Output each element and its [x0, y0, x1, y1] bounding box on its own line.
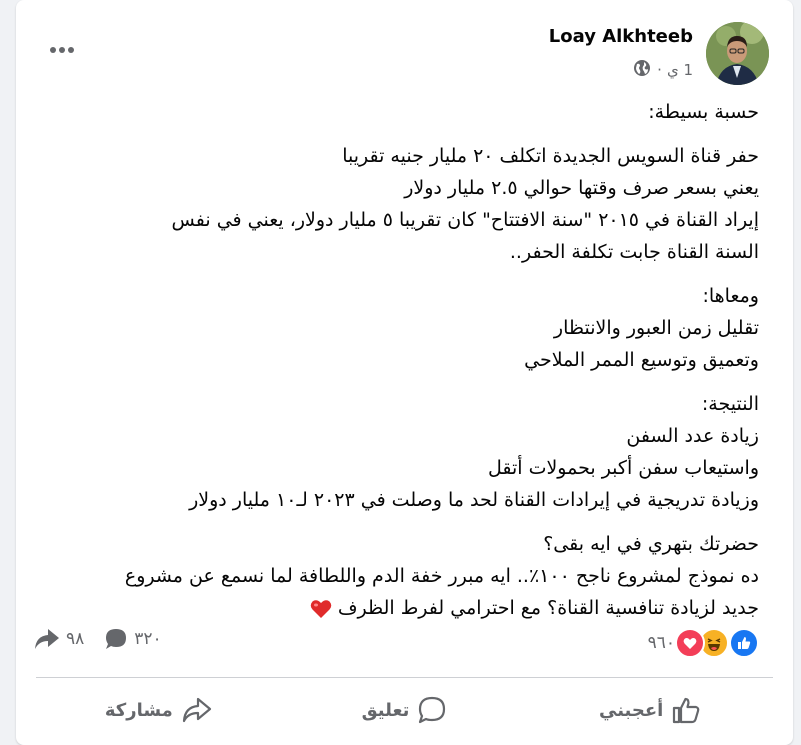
comments-count: ٣٢٠ [134, 629, 162, 649]
post-line: حسبة بسيطة: [648, 101, 759, 123]
post-line: السنة القناة جابت تكلفة الحفر.. [509, 241, 759, 263]
engagement-stats: ٩٨ ٣٢٠ [34, 627, 162, 651]
reactions-count: ٩٦٠ [647, 633, 675, 653]
post-line: وتعميق وتوسيع الممر الملاحي [524, 349, 759, 371]
more-icon [50, 47, 74, 53]
post-line: حفر قناة السويس الجديدة اتكلف ٢٠ مليار ج… [342, 145, 759, 167]
share-button[interactable]: مشاركة [36, 680, 282, 740]
share-arrow-icon [35, 629, 59, 649]
comment-bubble-icon [106, 629, 127, 649]
post-line: ومعاها: [702, 285, 759, 307]
post-body: حسبة بسيطة: حفر قناة السويس الجديدة اتكل… [39, 96, 759, 629]
post-line: وزيادة تدريجية في إيرادات القناة لحد ما … [189, 489, 759, 511]
like-button[interactable]: أعجبني [527, 680, 773, 740]
like-reaction-icon [729, 628, 759, 658]
post-line-last: جديد لزيادة تنافسية القناة؟ مع احترامي ل… [39, 592, 759, 629]
post-line: زيادة عدد السفن [626, 425, 759, 447]
reactions-summary[interactable]: ٩٦٠ [648, 628, 759, 658]
share-arrow-icon [182, 697, 211, 723]
author-name[interactable]: Loay Alkhteeb [549, 26, 693, 47]
more-options-button[interactable] [46, 38, 78, 62]
shares-count: ٩٨ [66, 629, 85, 649]
thumbs-up-icon [673, 697, 700, 724]
post-line-text: جديد لزيادة تنافسية القناة؟ مع احترامي ل… [337, 597, 759, 619]
author-avatar[interactable] [706, 22, 769, 85]
comment-label: تعليق [361, 699, 410, 721]
divider [36, 677, 773, 678]
share-label: مشاركة [104, 699, 173, 721]
post-meta: 1 ي · [632, 58, 693, 82]
globe-icon[interactable] [632, 58, 652, 82]
post-line: ده نموذج لمشروع ناجح ١٠٠٪.. ايه مبرر خفة… [124, 565, 759, 587]
post-time[interactable]: 1 ي [667, 61, 693, 79]
post-line: إيراد القناة في ٢٠١٥ "سنة الافتتاح" كان … [171, 209, 759, 231]
action-bar: أعجبني تعليق مشاركة [36, 680, 773, 740]
reaction-icons [675, 628, 759, 658]
post-line: حضرتك بتهري في ايه بقى؟ [543, 533, 759, 555]
shares-stat[interactable]: ٩٨ [34, 628, 84, 650]
post-line: تقليل زمن العبور والانتظار [553, 317, 759, 339]
comments-stat[interactable]: ٣٢٠ [104, 627, 162, 651]
post-line: يعني بسعر صرف وقتها حوالي ٢.٥ مليار دولا… [404, 177, 759, 199]
comment-button[interactable]: تعليق [282, 680, 528, 740]
post-line: واستيعاب سفن أكبر بحمولات أتقل [487, 457, 759, 479]
post-line: النتيجة: [701, 393, 759, 415]
meta-separator: · [657, 61, 662, 79]
like-label: أعجبني [598, 699, 664, 721]
post-card: Loay Alkhteeb 1 ي · حسبة بسيطة: حفر قناة… [16, 0, 793, 745]
comment-bubble-icon [419, 696, 446, 724]
heart-emoji [310, 597, 332, 629]
love-reaction-icon [675, 628, 705, 658]
